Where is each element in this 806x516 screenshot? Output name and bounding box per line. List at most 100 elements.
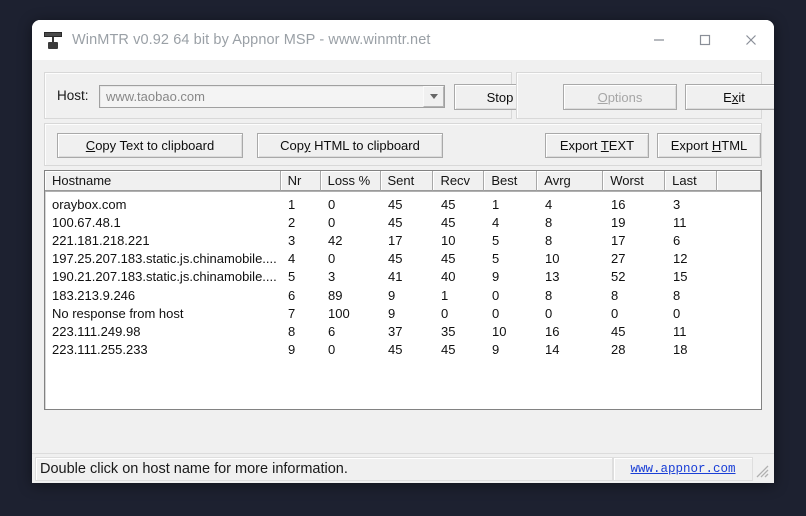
cell-avrg: 16 <box>538 324 604 339</box>
cell-loss: 0 <box>321 215 381 230</box>
traceroute-table[interactable]: Hostname Nr Loss % Sent Recv Best Avrg W… <box>44 170 762 410</box>
status-bar: Double click on host name for more infor… <box>32 453 774 483</box>
cell-loss: 0 <box>321 197 381 212</box>
host-group-panel: Host: www.taobao.com Stop <box>44 72 512 119</box>
table-header-row: Hostname Nr Loss % Sent Recv Best Avrg W… <box>45 171 761 192</box>
cell-sent: 9 <box>381 288 434 303</box>
cell-hostname: 100.67.48.1 <box>45 215 281 230</box>
cell-nr: 5 <box>281 269 321 284</box>
exit-button[interactable]: Exit <box>685 84 774 110</box>
column-header-recv[interactable]: Recv <box>433 171 484 191</box>
cell-worst: 16 <box>604 197 666 212</box>
status-message-pane: Double click on host name for more infor… <box>35 457 613 481</box>
cell-last: 8 <box>666 288 718 303</box>
cell-sent: 41 <box>381 269 434 284</box>
host-label: Host: <box>57 88 89 103</box>
cell-recv: 45 <box>434 215 485 230</box>
cell-best: 9 <box>485 342 538 357</box>
minimize-icon[interactable] <box>636 20 682 60</box>
cell-hostname: 221.181.218.221 <box>45 233 281 248</box>
cell-worst: 28 <box>604 342 666 357</box>
cell-nr: 9 <box>281 342 321 357</box>
appnor-website-link[interactable]: www.appnor.com <box>630 462 735 476</box>
column-header-worst[interactable]: Worst <box>603 171 665 191</box>
cell-recv: 10 <box>434 233 485 248</box>
cell-last: 15 <box>666 269 718 284</box>
cell-loss: 0 <box>321 251 381 266</box>
link-pane: www.appnor.com <box>613 457 753 481</box>
cell-recv: 45 <box>434 197 485 212</box>
table-row[interactable]: 223.111.249.9886373510164511 <box>45 322 761 340</box>
cell-best: 9 <box>485 269 538 284</box>
cell-worst: 17 <box>604 233 666 248</box>
table-row[interactable]: 221.181.218.221342171058176 <box>45 231 761 249</box>
cell-loss: 100 <box>321 306 381 321</box>
cell-nr: 3 <box>281 233 321 248</box>
column-header-last[interactable]: Last <box>665 171 717 191</box>
cell-sent: 17 <box>381 233 434 248</box>
window-controls <box>636 20 774 60</box>
column-header-loss[interactable]: Loss % <box>321 171 381 191</box>
chevron-down-icon[interactable] <box>423 86 444 107</box>
cell-worst: 19 <box>604 215 666 230</box>
export-html-button[interactable]: Export HTML <box>657 133 761 158</box>
table-row[interactable]: 223.111.255.2339045459142818 <box>45 341 761 359</box>
cell-worst: 0 <box>604 306 666 321</box>
cell-recv: 45 <box>434 251 485 266</box>
cell-hostname: No response from host <box>45 306 281 321</box>
cell-recv: 35 <box>434 324 485 339</box>
cell-best: 0 <box>485 306 538 321</box>
host-combobox[interactable]: www.taobao.com <box>99 85 445 108</box>
cell-loss: 6 <box>321 324 381 339</box>
copy-text-to-clipboard-button[interactable]: Copy Text to clipboard <box>57 133 243 158</box>
close-icon[interactable] <box>728 20 774 60</box>
cell-last: 0 <box>666 306 718 321</box>
cell-nr: 1 <box>281 197 321 212</box>
cell-nr: 6 <box>281 288 321 303</box>
cell-best: 5 <box>485 233 538 248</box>
cell-hostname: 190.21.207.183.static.js.chinamobile.... <box>45 269 281 284</box>
cell-worst: 27 <box>604 251 666 266</box>
cell-sent: 37 <box>381 324 434 339</box>
cell-hostname: 197.25.207.183.static.js.chinamobile.... <box>45 251 281 266</box>
column-header-best[interactable]: Best <box>484 171 537 191</box>
export-text-button[interactable]: Export TEXT <box>545 133 649 158</box>
cell-worst: 52 <box>604 269 666 284</box>
cell-last: 18 <box>666 342 718 357</box>
status-message: Double click on host name for more infor… <box>40 461 348 477</box>
cell-avrg: 0 <box>538 306 604 321</box>
cell-best: 4 <box>485 215 538 230</box>
cell-recv: 45 <box>434 342 485 357</box>
cell-recv: 0 <box>434 306 485 321</box>
table-row[interactable]: 183.213.9.246689910888 <box>45 286 761 304</box>
winmtr-app-icon <box>44 31 62 49</box>
cell-sent: 9 <box>381 306 434 321</box>
column-header-nr[interactable]: Nr <box>281 171 321 191</box>
table-row[interactable]: 100.67.48.1204545481911 <box>45 213 761 231</box>
cell-sent: 45 <box>381 342 434 357</box>
cell-worst: 45 <box>604 324 666 339</box>
cell-nr: 2 <box>281 215 321 230</box>
table-row[interactable]: No response from host7100900000 <box>45 304 761 322</box>
options-button[interactable]: Options <box>563 84 677 110</box>
cell-loss: 89 <box>321 288 381 303</box>
options-group-panel: Options Exit <box>516 72 762 119</box>
cell-nr: 4 <box>281 251 321 266</box>
cell-avrg: 10 <box>538 251 604 266</box>
host-input[interactable]: www.taobao.com <box>100 89 423 104</box>
cell-avrg: 8 <box>538 288 604 303</box>
cell-hostname: 223.111.249.98 <box>45 324 281 339</box>
copy-export-group-panel: Copy Text to clipboard Copy HTML to clip… <box>44 123 762 166</box>
table-row[interactable]: 197.25.207.183.static.js.chinamobile....… <box>45 250 761 268</box>
cell-hostname: 183.213.9.246 <box>45 288 281 303</box>
column-header-hostname[interactable]: Hostname <box>45 171 281 191</box>
table-row[interactable]: 190.21.207.183.static.js.chinamobile....… <box>45 268 761 286</box>
column-header-avrg[interactable]: Avrg <box>537 171 603 191</box>
table-row[interactable]: oraybox.com10454514163 <box>45 195 761 213</box>
cell-sent: 45 <box>381 215 434 230</box>
resize-grip-icon[interactable] <box>754 455 774 483</box>
copy-html-to-clipboard-button[interactable]: Copy HTML to clipboard <box>257 133 443 158</box>
cell-avrg: 8 <box>538 215 604 230</box>
column-header-sent[interactable]: Sent <box>381 171 434 191</box>
maximize-icon[interactable] <box>682 20 728 60</box>
